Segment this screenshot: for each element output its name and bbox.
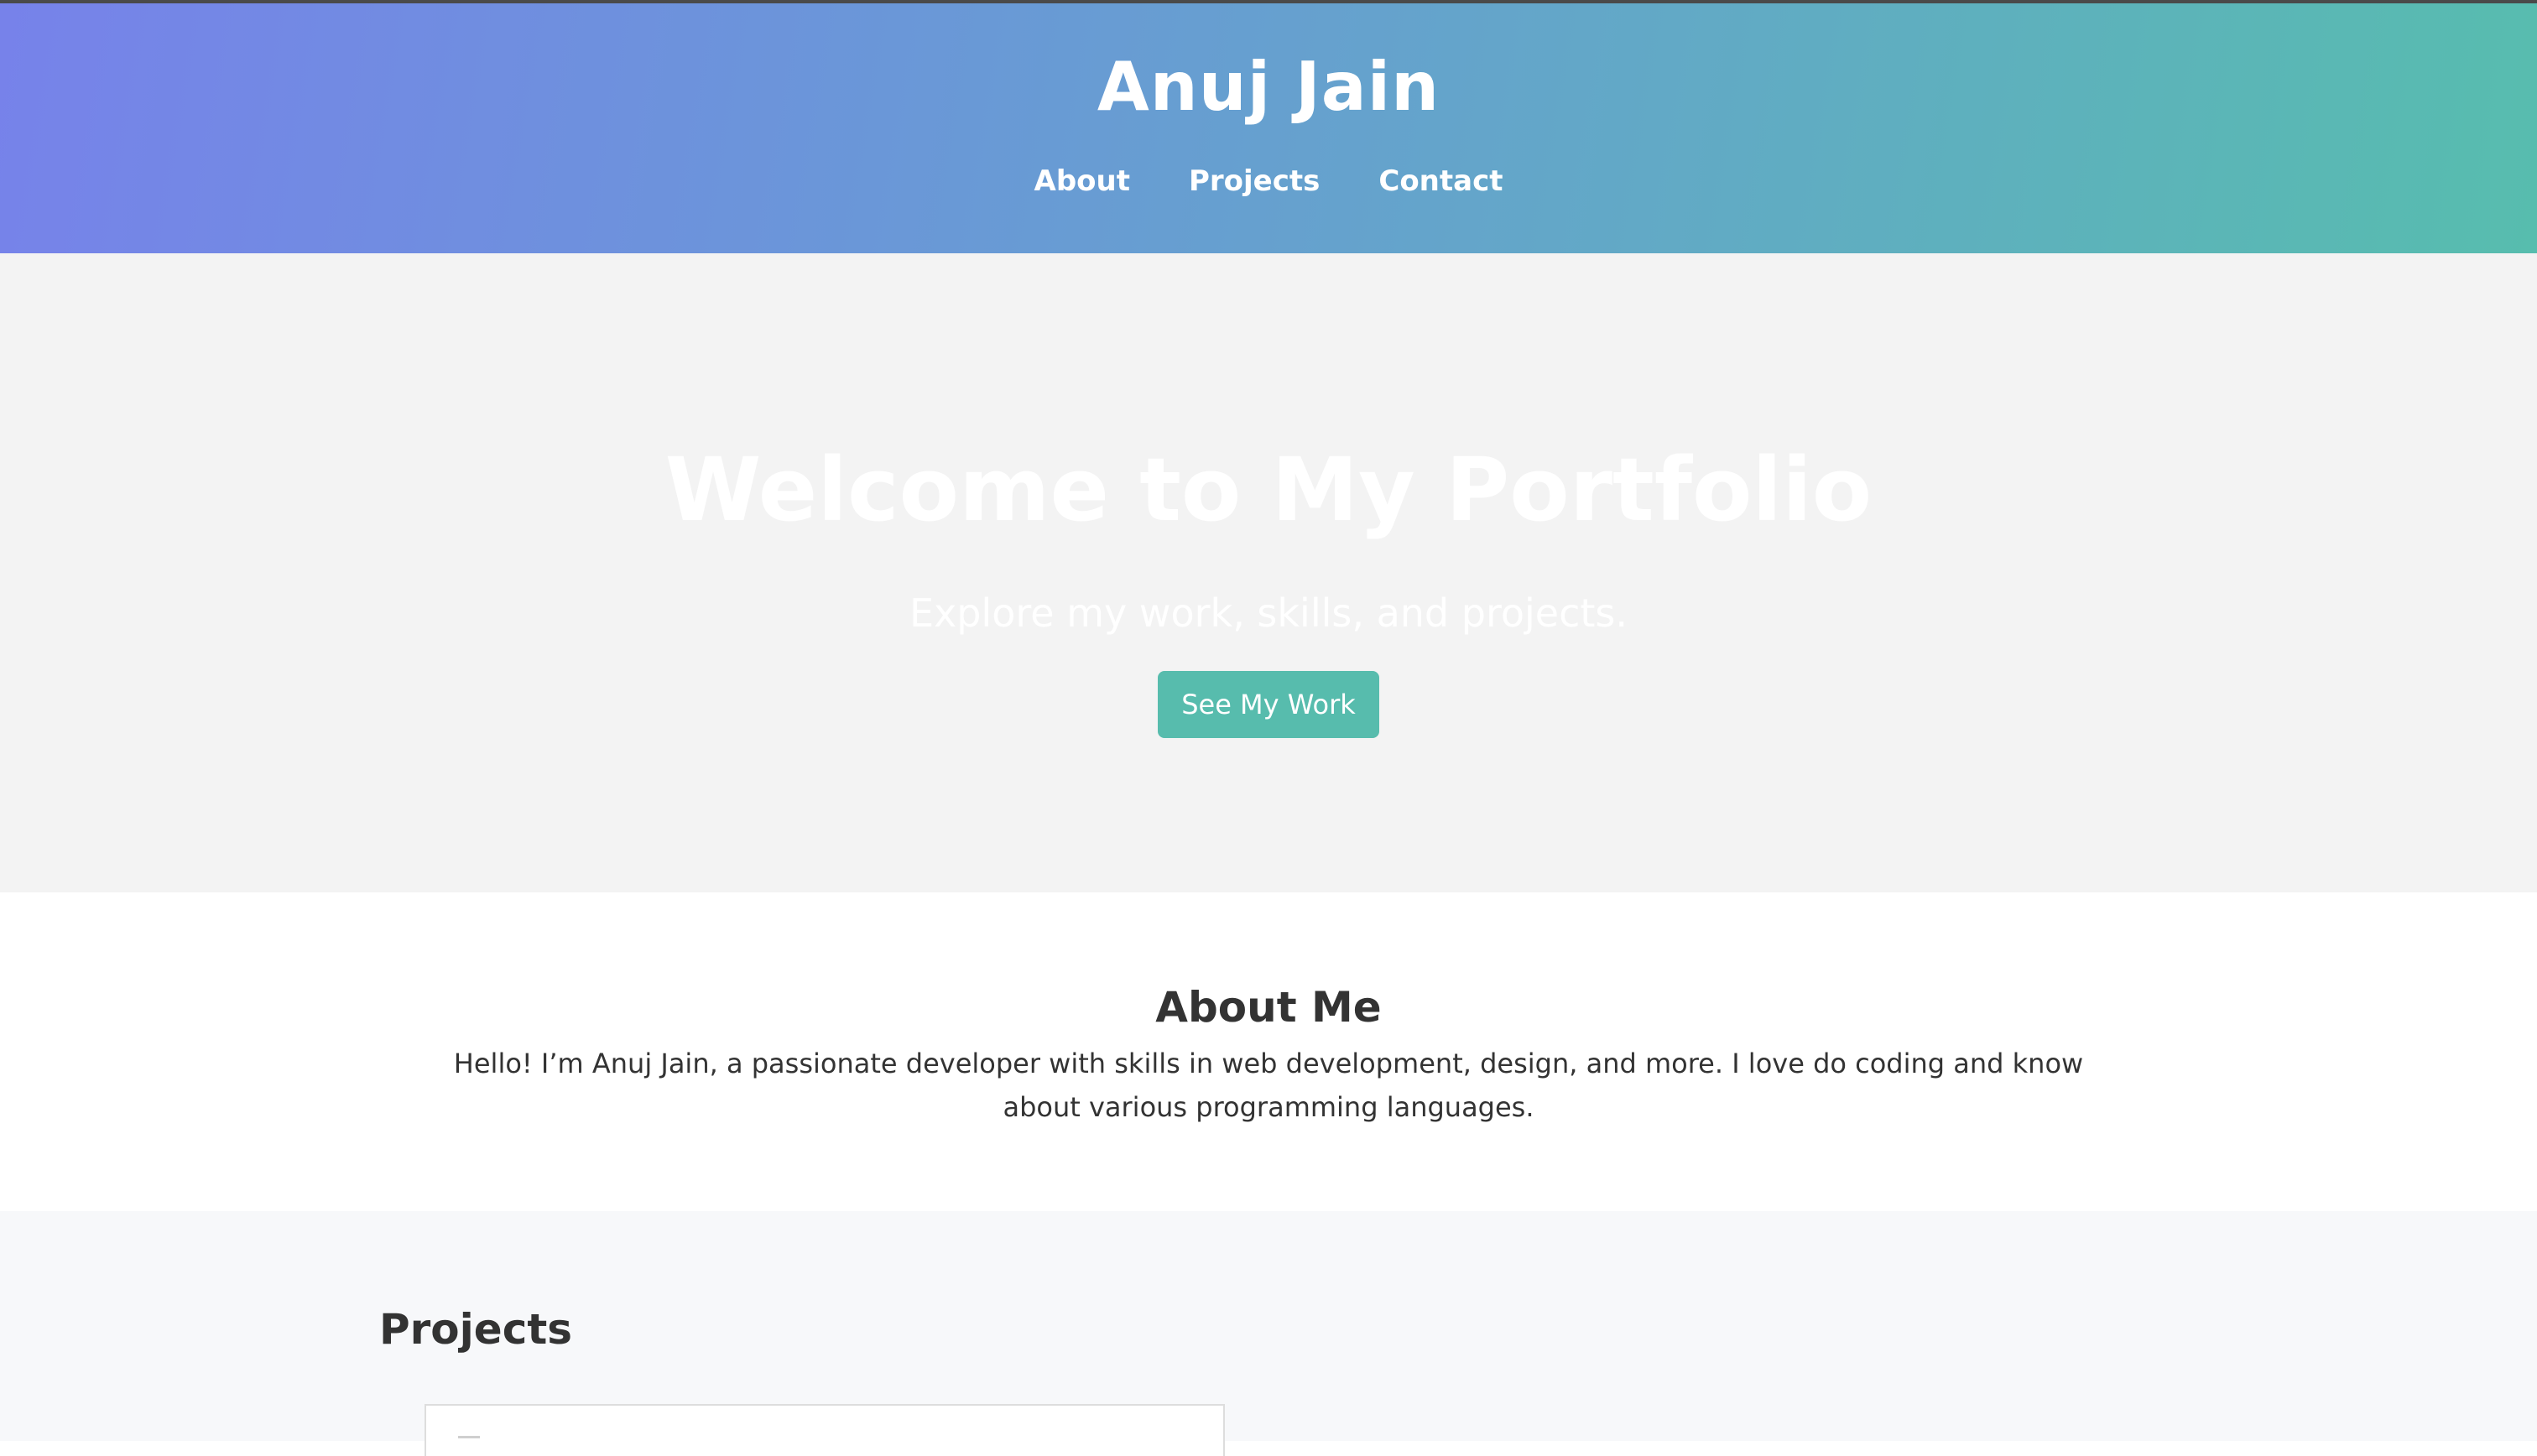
- nav-link-about[interactable]: About: [1034, 164, 1130, 198]
- nav-link-contact[interactable]: Contact: [1378, 164, 1503, 198]
- project-card[interactable]: [425, 1404, 1225, 1456]
- site-header: Anuj Jain About Projects Contact: [0, 3, 2537, 253]
- hero-subtitle: Explore my work, skills, and projects.: [909, 590, 1628, 636]
- hero-section: Welcome to My Portfolio Explore my work,…: [0, 253, 2537, 892]
- about-title: About Me: [1155, 983, 1382, 1032]
- main-nav: About Projects Contact: [0, 164, 2537, 198]
- project-image-placeholder-icon: [458, 1436, 480, 1447]
- about-section: About Me Hello! I’m Anuj Jain, a passion…: [0, 892, 2537, 1211]
- site-title: Anuj Jain: [1097, 48, 1440, 126]
- see-my-work-button[interactable]: See My Work: [1158, 671, 1379, 738]
- hero-title: Welcome to My Portfolio: [664, 439, 1873, 541]
- about-text: Hello! I’m Anuj Jain, a passionate devel…: [453, 1048, 2084, 1123]
- projects-section: Projects: [0, 1211, 2537, 1456]
- projects-title: Projects: [379, 1305, 573, 1354]
- nav-link-projects[interactable]: Projects: [1189, 164, 1320, 198]
